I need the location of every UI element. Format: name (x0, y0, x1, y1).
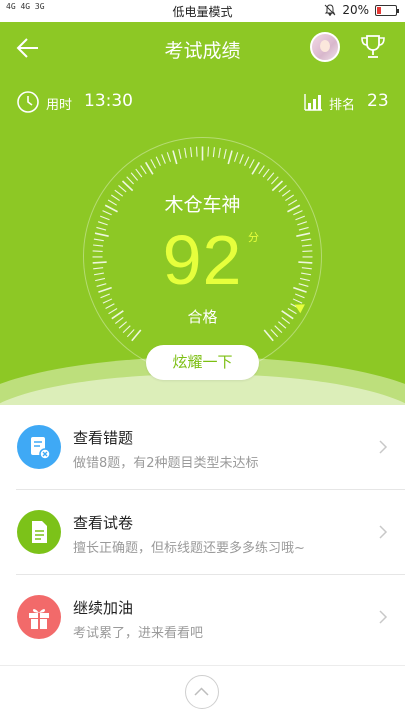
result-header: 考试成绩 用时 13:30 排名 23 木仓车神 92 分 合格 炫耀一下 (0, 22, 405, 405)
gauge-tick (227, 150, 233, 165)
action-list: 查看错题 做错8题，有2种题目类型未达标 查看试卷 擅长正确题，但标线题还要多多… (0, 405, 405, 659)
gauge-tick (166, 152, 172, 162)
gauge-tick (262, 168, 270, 178)
gauge-tick (126, 176, 134, 185)
chevron-up-icon (194, 687, 209, 696)
gauge-tick (212, 147, 215, 158)
pass-status: 合格 (187, 308, 218, 326)
bar-chart-icon (304, 94, 322, 111)
scroll-up-button[interactable] (185, 675, 219, 709)
gauge-tick (271, 176, 279, 185)
gauge-tick (233, 152, 239, 162)
gauge-tick (178, 148, 182, 159)
document-icon (17, 510, 61, 554)
gauge-tick (263, 329, 274, 342)
gauge-tick (195, 146, 198, 157)
bottom-bar (0, 665, 405, 720)
user-name: 木仓车神 (164, 194, 241, 216)
paper-icon (32, 521, 47, 543)
gauge-tick (155, 156, 161, 167)
gauge-tick (131, 329, 142, 342)
time-value: 13:30 (84, 91, 133, 111)
trophy-icon[interactable] (358, 32, 388, 62)
gauge-tick (248, 159, 255, 169)
score-unit: 分 (248, 231, 259, 244)
page-title: 考试成绩 (164, 40, 241, 62)
battery-percent: 20% (342, 3, 369, 17)
gauge-tick (266, 172, 275, 181)
avatar[interactable] (310, 32, 340, 62)
gauge-tick (144, 161, 154, 175)
share-button[interactable]: 炫耀一下 (146, 345, 259, 380)
item-title: 继续加油 (73, 599, 134, 617)
gauge-tick (126, 329, 135, 338)
gauge-tick (161, 154, 166, 164)
doc-x-icon (31, 437, 51, 460)
item-subtitle: 做错8题，有2种题目类型未达标 (73, 456, 259, 471)
rank-label: 排名 (329, 98, 356, 113)
time-label: 用时 (46, 98, 73, 113)
wrong-questions-icon (17, 425, 61, 469)
chevron-right-icon (379, 440, 388, 454)
gauge-tick (190, 147, 193, 158)
gauge-tick (258, 165, 265, 175)
nav-bar: 考试成绩 (0, 22, 405, 74)
gauge-tick (251, 161, 261, 175)
clock-icon (17, 91, 39, 113)
rank-value: 23 (367, 91, 389, 111)
gauge-tick (218, 147, 221, 158)
item-title: 查看错题 (73, 429, 134, 447)
battery-level (377, 6, 381, 14)
chevron-right-icon (379, 525, 388, 539)
item-subtitle: 考试累了，进来看看吧 (73, 626, 204, 641)
score-value: 92 (162, 221, 243, 299)
gauge-tick (244, 156, 250, 167)
battery-icon (375, 4, 399, 16)
status-bar: 4G 4G 3G 低电量模式 20% (0, 0, 405, 22)
gauge-tick (135, 168, 143, 178)
chevron-right-icon (379, 610, 388, 624)
gauge-tick (140, 165, 147, 175)
alarm-icon (324, 4, 336, 16)
avatar-face (320, 40, 330, 52)
gauge-tick (130, 172, 139, 181)
list-item-keep-going[interactable]: 继续加油 考试累了，进来看看吧 (0, 575, 405, 659)
gauge-tick (172, 150, 178, 165)
gift-icon (17, 595, 61, 639)
stats-row: 用时 13:30 排名 23 (0, 90, 405, 116)
gauge-tick (150, 159, 157, 169)
item-subtitle: 擅长正确题，但标线题还要多多练习哦~ (73, 541, 305, 556)
gauge-tick (207, 146, 210, 157)
gauge-tick (184, 147, 187, 158)
item-title: 查看试卷 (73, 514, 134, 532)
status-right: 20% (324, 3, 399, 17)
screen: 4G 4G 3G 低电量模式 20% 考试成绩 用时 13:30 排名 23 木… (0, 0, 405, 720)
list-item-view-paper[interactable]: 查看试卷 擅长正确题，但标线题还要多多练习哦~ (0, 490, 405, 574)
list-item-wrong-questions[interactable]: 查看错题 做错8题，有2种题目类型未达标 (0, 405, 405, 489)
gauge-tick (239, 154, 244, 164)
gauge-tick (223, 148, 227, 159)
gauge-tick (270, 329, 279, 338)
present-icon (29, 609, 49, 629)
